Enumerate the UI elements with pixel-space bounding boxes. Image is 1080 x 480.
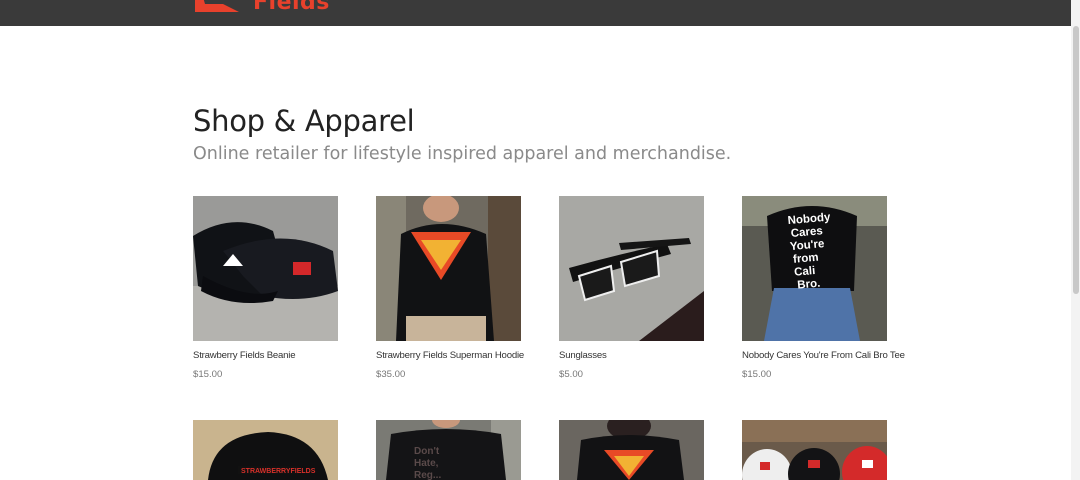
trucker-hat-image[interactable]: STRAWBERRYFIELDS bbox=[193, 420, 338, 480]
product-name[interactable]: Strawberry Fields Superman Hoodie bbox=[376, 350, 524, 361]
product-price: $5.00 bbox=[559, 369, 584, 380]
product-card[interactable] bbox=[742, 420, 887, 480]
sunglasses-image[interactable] bbox=[559, 196, 704, 341]
product-price: $35.00 bbox=[376, 369, 406, 380]
tee-text-line: Don't bbox=[414, 446, 440, 457]
superman-tee-image[interactable] bbox=[559, 420, 704, 480]
product-price: $15.00 bbox=[742, 369, 772, 380]
product-card[interactable]: Sunglasses $5.00 bbox=[559, 196, 704, 380]
product-card[interactable]: STRAWBERRYFIELDS bbox=[193, 420, 338, 480]
hat-text: STRAWBERRYFIELDS bbox=[241, 468, 316, 475]
product-name[interactable]: Sunglasses bbox=[559, 350, 704, 361]
product-card[interactable] bbox=[559, 420, 704, 480]
tee-text-line: Bro. bbox=[797, 278, 821, 292]
product-card[interactable]: Strawberry Fields Superman Hoodie $35.00 bbox=[376, 196, 524, 380]
page-subtitle: Online retailer for lifestyle inspired a… bbox=[193, 144, 732, 164]
hats-image[interactable] bbox=[742, 420, 887, 480]
site-header: Fields bbox=[0, 0, 1080, 26]
product-card[interactable]: Nobody Cares You're from Cali Bro. Nobod… bbox=[742, 196, 905, 380]
product-name[interactable]: Strawberry Fields Beanie bbox=[193, 350, 338, 361]
dont-hate-tee-image[interactable]: Don't Hate, Reg... bbox=[376, 420, 521, 480]
logo-mark-icon bbox=[195, 0, 239, 12]
scrollbar-thumb[interactable] bbox=[1073, 26, 1079, 294]
beanie-image[interactable] bbox=[193, 196, 338, 341]
product-price: $15.00 bbox=[193, 369, 223, 380]
tee-text-line: Reg... bbox=[414, 470, 441, 480]
page-title: Shop & Apparel bbox=[193, 104, 415, 138]
logo-text: Fields bbox=[253, 0, 330, 15]
tee-text-line: from bbox=[793, 252, 820, 266]
tee-text-line: Hate, bbox=[414, 458, 439, 469]
product-card[interactable]: Don't Hate, Reg... bbox=[376, 420, 521, 480]
product-card[interactable]: Strawberry Fields Beanie $15.00 bbox=[193, 196, 338, 380]
hoodie-image[interactable] bbox=[376, 196, 521, 341]
page-scrollbar[interactable] bbox=[1071, 0, 1080, 480]
product-name[interactable]: Nobody Cares You're From Cali Bro Tee bbox=[742, 350, 905, 361]
tee-image[interactable]: Nobody Cares You're from Cali Bro. bbox=[742, 196, 887, 341]
tee-text-line: Cali bbox=[794, 265, 816, 279]
